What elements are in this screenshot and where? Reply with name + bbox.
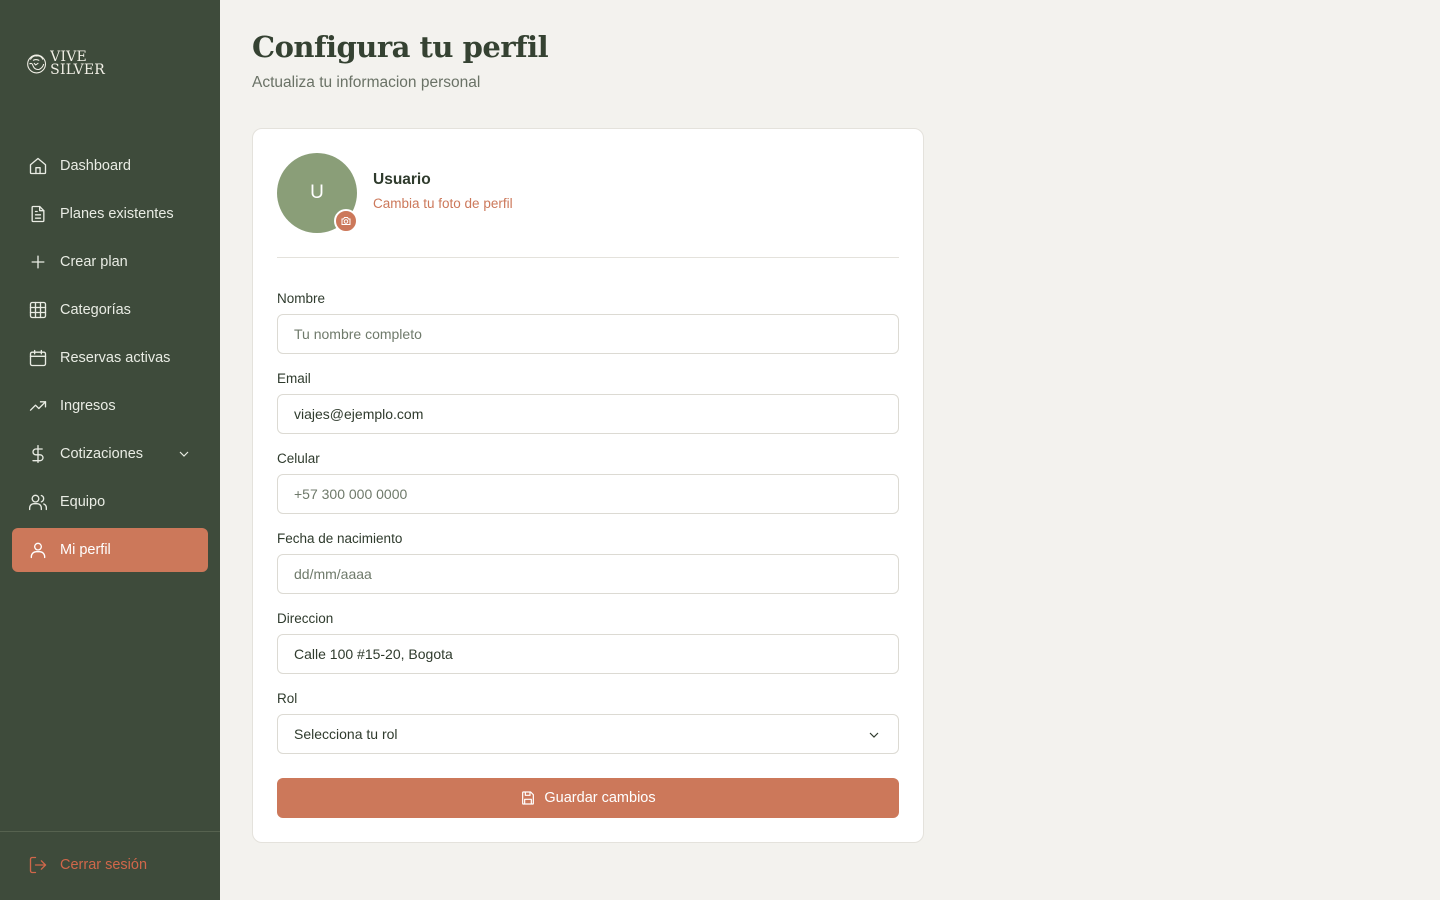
save-button[interactable]: Guardar cambios bbox=[277, 778, 899, 818]
brand-logo[interactable]: VIVE SILVER bbox=[25, 48, 105, 80]
card-divider bbox=[277, 257, 899, 258]
brand-wordmark: VIVE SILVER bbox=[50, 50, 105, 78]
lion-emblem-icon bbox=[27, 54, 47, 74]
rol-selected-value: Selecciona tu rol bbox=[294, 726, 398, 742]
sidebar-item-label: Equipo bbox=[60, 494, 106, 510]
page-subtitle: Actualiza tu informacion personal bbox=[252, 74, 481, 91]
sidebar-item-label: Dashboard bbox=[60, 158, 131, 174]
save-icon bbox=[522, 791, 535, 805]
sidebar-item-dashboard[interactable]: Dashboard bbox=[12, 144, 208, 188]
chevron-down-icon bbox=[866, 727, 882, 743]
sidebar-item-categorias[interactable]: Categorías bbox=[12, 288, 208, 332]
sidebar-nav: Dashboard Planes existentes Crear plan C… bbox=[12, 144, 208, 576]
nombre-field[interactable] bbox=[277, 314, 899, 354]
page-title: Configura tu perfil bbox=[252, 30, 549, 64]
celular-field[interactable] bbox=[277, 474, 899, 514]
celular-label: Celular bbox=[277, 451, 320, 466]
file-text-icon bbox=[28, 204, 48, 224]
sidebar-item-equipo[interactable]: Equipo bbox=[12, 480, 208, 524]
sidebar: VIVE SILVER Dashboard Planes existentes … bbox=[0, 0, 220, 900]
save-button-label: Guardar cambios bbox=[544, 790, 656, 806]
user-icon bbox=[28, 540, 48, 560]
calendar-icon bbox=[28, 348, 48, 368]
sidebar-item-label: Ingresos bbox=[60, 398, 116, 414]
direccion-label: Direccion bbox=[277, 611, 334, 626]
home-icon bbox=[28, 156, 48, 176]
sidebar-item-planes-existentes[interactable]: Planes existentes bbox=[12, 192, 208, 236]
sidebar-item-cotizaciones[interactable]: Cotizaciones bbox=[12, 432, 208, 476]
logout-label: Cerrar sesión bbox=[60, 857, 148, 873]
plus-icon bbox=[28, 252, 48, 272]
email-label: Email bbox=[277, 371, 311, 386]
profile-card: U Usuario Cambia tu foto de perfil Nombr… bbox=[252, 128, 924, 843]
sidebar-item-label: Mi perfil bbox=[60, 542, 111, 558]
sidebar-item-label: Reservas activas bbox=[60, 350, 171, 366]
nombre-label: Nombre bbox=[277, 291, 326, 306]
sidebar-item-crear-plan[interactable]: Crear plan bbox=[12, 240, 208, 284]
sidebar-item-ingresos[interactable]: Ingresos bbox=[12, 384, 208, 428]
rol-label: Rol bbox=[277, 691, 298, 706]
rol-select[interactable]: Selecciona tu rol bbox=[277, 714, 899, 754]
logout-icon bbox=[28, 855, 48, 875]
trending-up-icon bbox=[28, 396, 48, 416]
sidebar-item-label: Planes existentes bbox=[60, 206, 174, 222]
sidebar-item-mi-perfil[interactable]: Mi perfil bbox=[12, 528, 208, 572]
user-name: Usuario bbox=[373, 171, 431, 188]
camera-button[interactable] bbox=[334, 209, 358, 233]
chevron-down-icon[interactable] bbox=[176, 446, 192, 462]
grid-icon bbox=[28, 300, 48, 320]
camera-icon bbox=[341, 217, 351, 225]
sidebar-divider bbox=[0, 831, 220, 832]
logout-button[interactable]: Cerrar sesión bbox=[28, 855, 147, 875]
email-field[interactable] bbox=[277, 394, 899, 434]
users-icon bbox=[28, 492, 48, 512]
sidebar-item-label: Cotizaciones bbox=[60, 446, 144, 462]
fecha-nacimiento-field[interactable] bbox=[277, 554, 899, 594]
direccion-field[interactable] bbox=[277, 634, 899, 674]
dollar-icon bbox=[28, 444, 48, 464]
change-photo-link[interactable]: Cambia tu foto de perfil bbox=[373, 196, 513, 211]
fecha-nacimiento-label: Fecha de nacimiento bbox=[277, 531, 403, 546]
sidebar-item-label: Categorías bbox=[60, 302, 131, 318]
sidebar-item-reservas-activas[interactable]: Reservas activas bbox=[12, 336, 208, 380]
sidebar-item-label: Crear plan bbox=[60, 254, 128, 270]
brand-line2: SILVER bbox=[50, 62, 105, 78]
